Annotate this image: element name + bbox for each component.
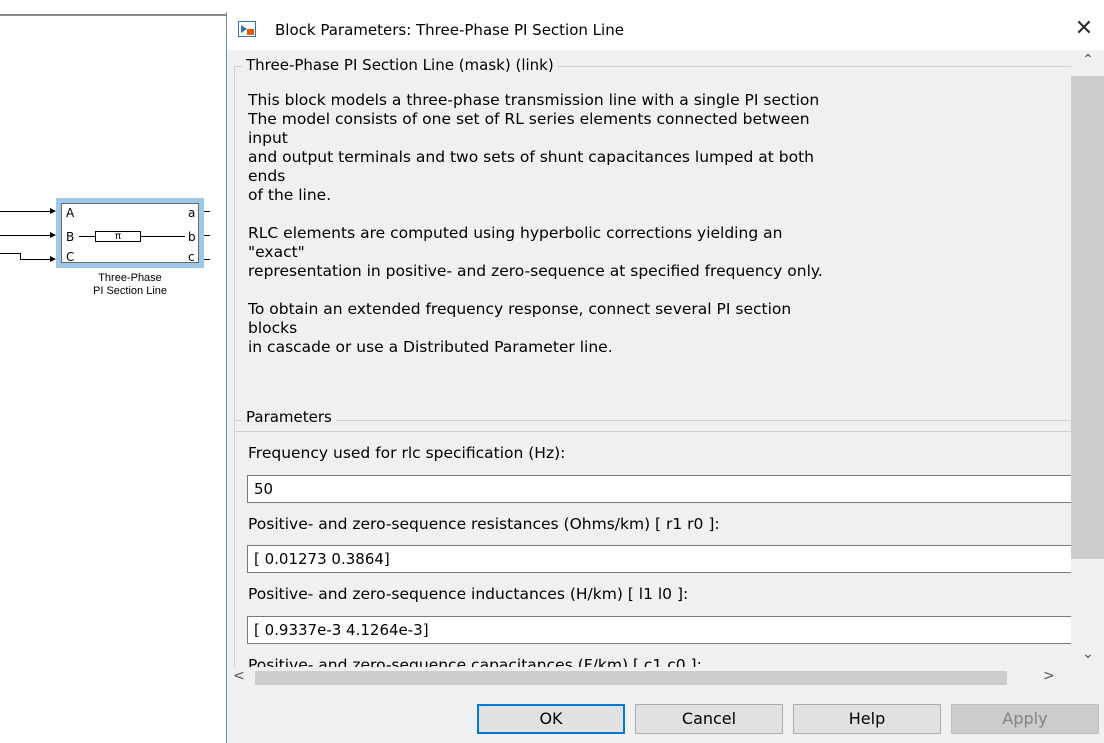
scroll-left-icon[interactable]: < [233,668,245,684]
port-label-b-in: B [66,230,75,244]
description-line: of the line. [248,186,332,204]
description-line: To obtain an extended frequency response… [248,300,792,318]
description-line: This block models a three-phase transmis… [248,91,820,109]
description-line: representation in positive- and zero-seq… [248,262,823,280]
input-wire-c-end [20,259,52,260]
description-line: "exact" [248,243,305,261]
description-line: and output terminals and two sets of shu… [248,148,814,166]
horizontal-scroll-thumb[interactable] [255,671,1007,685]
description-line: ends [248,167,286,185]
dialog-titlebar[interactable]: Block Parameters: Three-Phase PI Section… [227,12,1104,50]
close-icon: ✕ [1074,16,1094,41]
block-caption-line1: Three-Phase [98,272,162,284]
description-blank-line [248,281,1071,300]
horizontal-scrollbar[interactable]: < > [227,667,1071,689]
description-line: input [248,129,288,147]
resistances-label: Positive- and zero-sequence resistances … [248,515,720,533]
mask-description: This block models a three-phase transmis… [248,91,1071,357]
dialog-scroll-area[interactable]: Three-Phase PI Section Line (mask) (link… [227,50,1071,670]
input-wire-b [0,235,52,236]
block-body[interactable]: A B C a b c π [61,203,199,263]
scroll-down-icon[interactable]: ⌄ [1071,646,1104,662]
dialog-title: Block Parameters: Three-Phase PI Section… [275,21,624,39]
output-stub-b [204,235,210,236]
frequency-label: Frequency used for rlc specification (Hz… [248,444,566,462]
block-caption-line2: PI Section Line [93,285,167,297]
resistances-input[interactable]: [ 0.01273 0.3864] [247,545,1071,573]
close-button[interactable]: ✕ [1067,14,1101,44]
internal-wire-left [79,236,95,237]
pi-section-symbol: π [95,231,141,242]
three-phase-pi-section-line-block[interactable]: A B C a b c π Three-Phase PI Section Lin… [0,196,210,316]
help-button[interactable]: Help [793,704,941,734]
ok-button[interactable]: OK [477,704,625,734]
description-line: blocks [248,319,298,337]
description-line: RLC elements are computed using hyperbol… [248,224,783,242]
cancel-button[interactable]: Cancel [635,704,783,734]
description-blank-line [248,205,1071,224]
output-stub-c [204,259,210,260]
input-wire-a [0,211,52,212]
simulink-block-icon [238,21,256,37]
frequency-input[interactable]: 50 [247,475,1071,503]
inductances-label: Positive- and zero-sequence inductances … [248,585,689,603]
port-label-c-out: c [188,250,195,264]
description-line: in cascade or use a Distributed Paramete… [248,338,613,356]
port-label-a-out: a [188,206,196,220]
input-wire-c [0,253,20,254]
apply-button[interactable]: Apply [951,704,1099,734]
block-parameters-dialog: Block Parameters: Three-Phase PI Section… [226,12,1104,743]
vertical-scroll-thumb[interactable] [1071,76,1104,559]
internal-wire-right [141,236,185,237]
signal-line [0,14,232,16]
inductances-input[interactable]: [ 0.9337e-3 4.1264e-3] [247,616,1071,644]
vertical-scrollbar[interactable]: ⌃ ⌄ [1071,50,1104,670]
scroll-right-icon[interactable]: > [1043,668,1055,684]
block-caption: Three-Phase PI Section Line [50,272,210,298]
port-label-c-in: C [66,250,75,264]
model-canvas[interactable]: A B C a b c π Three-Phase PI Section Lin… [0,0,232,743]
description-line: The model consists of one set of RL seri… [248,110,810,128]
mask-group-title: Three-Phase PI Section Line (mask) (link… [242,56,558,74]
parameters-group-title: Parameters [242,408,336,426]
output-stub-a [204,211,210,212]
scroll-up-icon[interactable]: ⌃ [1071,52,1104,68]
port-label-a-in: A [66,206,75,220]
block-selection-highlight: A B C a b c π [56,198,204,268]
port-label-b-out: b [188,230,196,244]
